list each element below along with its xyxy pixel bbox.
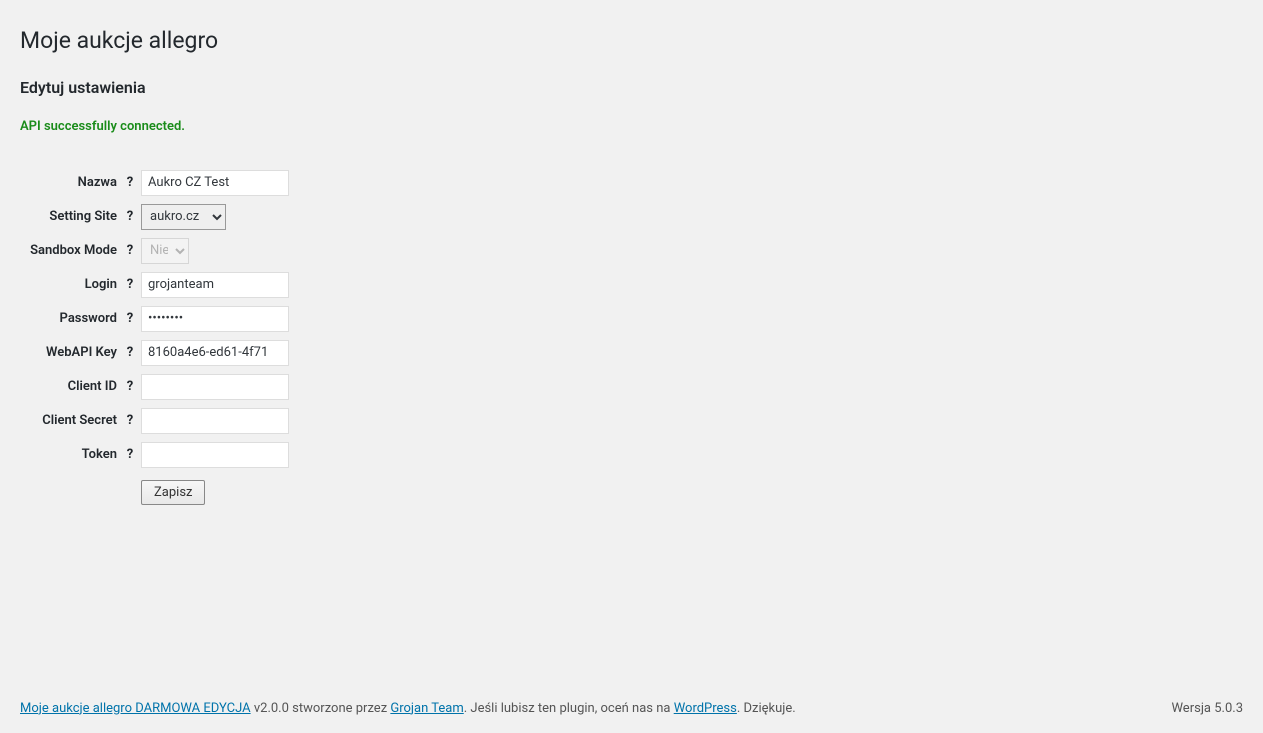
- help-icon[interactable]: ?: [127, 311, 133, 326]
- setting-site-label: Setting Site: [20, 200, 125, 234]
- password-input[interactable]: [141, 306, 289, 332]
- help-icon[interactable]: ?: [127, 413, 133, 428]
- client-secret-input[interactable]: [141, 408, 289, 434]
- login-input[interactable]: [141, 272, 289, 298]
- plugin-link[interactable]: Moje aukcje allegro DARMOWA EDYCJA: [20, 701, 251, 716]
- wordpress-link[interactable]: WordPress: [674, 701, 737, 716]
- footer: Moje aukcje allegro DARMOWA EDYCJA v2.0.…: [0, 690, 1263, 733]
- sandbox-mode-label: Sandbox Mode: [20, 234, 125, 268]
- token-input[interactable]: [141, 442, 289, 468]
- save-button[interactable]: Zapisz: [141, 480, 205, 505]
- token-label: Token: [20, 438, 125, 472]
- help-icon[interactable]: ?: [127, 379, 133, 394]
- help-icon[interactable]: ?: [127, 447, 133, 462]
- password-label: Password: [20, 302, 125, 336]
- footer-rate-prefix: . Jeśli lubisz ten plugin, oceń nas na: [464, 701, 674, 716]
- client-id-label: Client ID: [20, 370, 125, 404]
- setting-site-select[interactable]: aukro.cz: [141, 204, 226, 230]
- settings-form: Nazwa ? Setting Site ? aukro.cz Sandbox …: [20, 166, 1243, 507]
- nazwa-label: Nazwa: [20, 166, 125, 200]
- status-message: API successfully connected.: [20, 118, 1243, 136]
- nazwa-input[interactable]: [141, 170, 289, 196]
- help-icon[interactable]: ?: [127, 175, 133, 190]
- webapi-key-label: WebAPI Key: [20, 336, 125, 370]
- footer-left: Moje aukcje allegro DARMOWA EDYCJA v2.0.…: [20, 700, 1171, 718]
- help-icon[interactable]: ?: [127, 277, 133, 292]
- help-icon[interactable]: ?: [127, 345, 133, 360]
- author-link[interactable]: Grojan Team: [390, 701, 463, 716]
- page-title: Moje aukcje allegro: [20, 25, 1243, 57]
- login-label: Login: [20, 268, 125, 302]
- help-icon[interactable]: ?: [127, 243, 133, 258]
- wp-version: Wersja 5.0.3: [1171, 700, 1243, 718]
- client-id-input[interactable]: [141, 374, 289, 400]
- page-subtitle: Edytuj ustawienia: [20, 77, 1243, 99]
- help-icon[interactable]: ?: [127, 209, 133, 224]
- client-secret-label: Client Secret: [20, 404, 125, 438]
- footer-rate-suffix: . Dziękuje.: [737, 701, 796, 716]
- webapi-key-input[interactable]: [141, 340, 289, 366]
- footer-version-text: v2.0.0 stworzone przez: [251, 701, 391, 716]
- sandbox-mode-select[interactable]: Nie: [141, 238, 189, 264]
